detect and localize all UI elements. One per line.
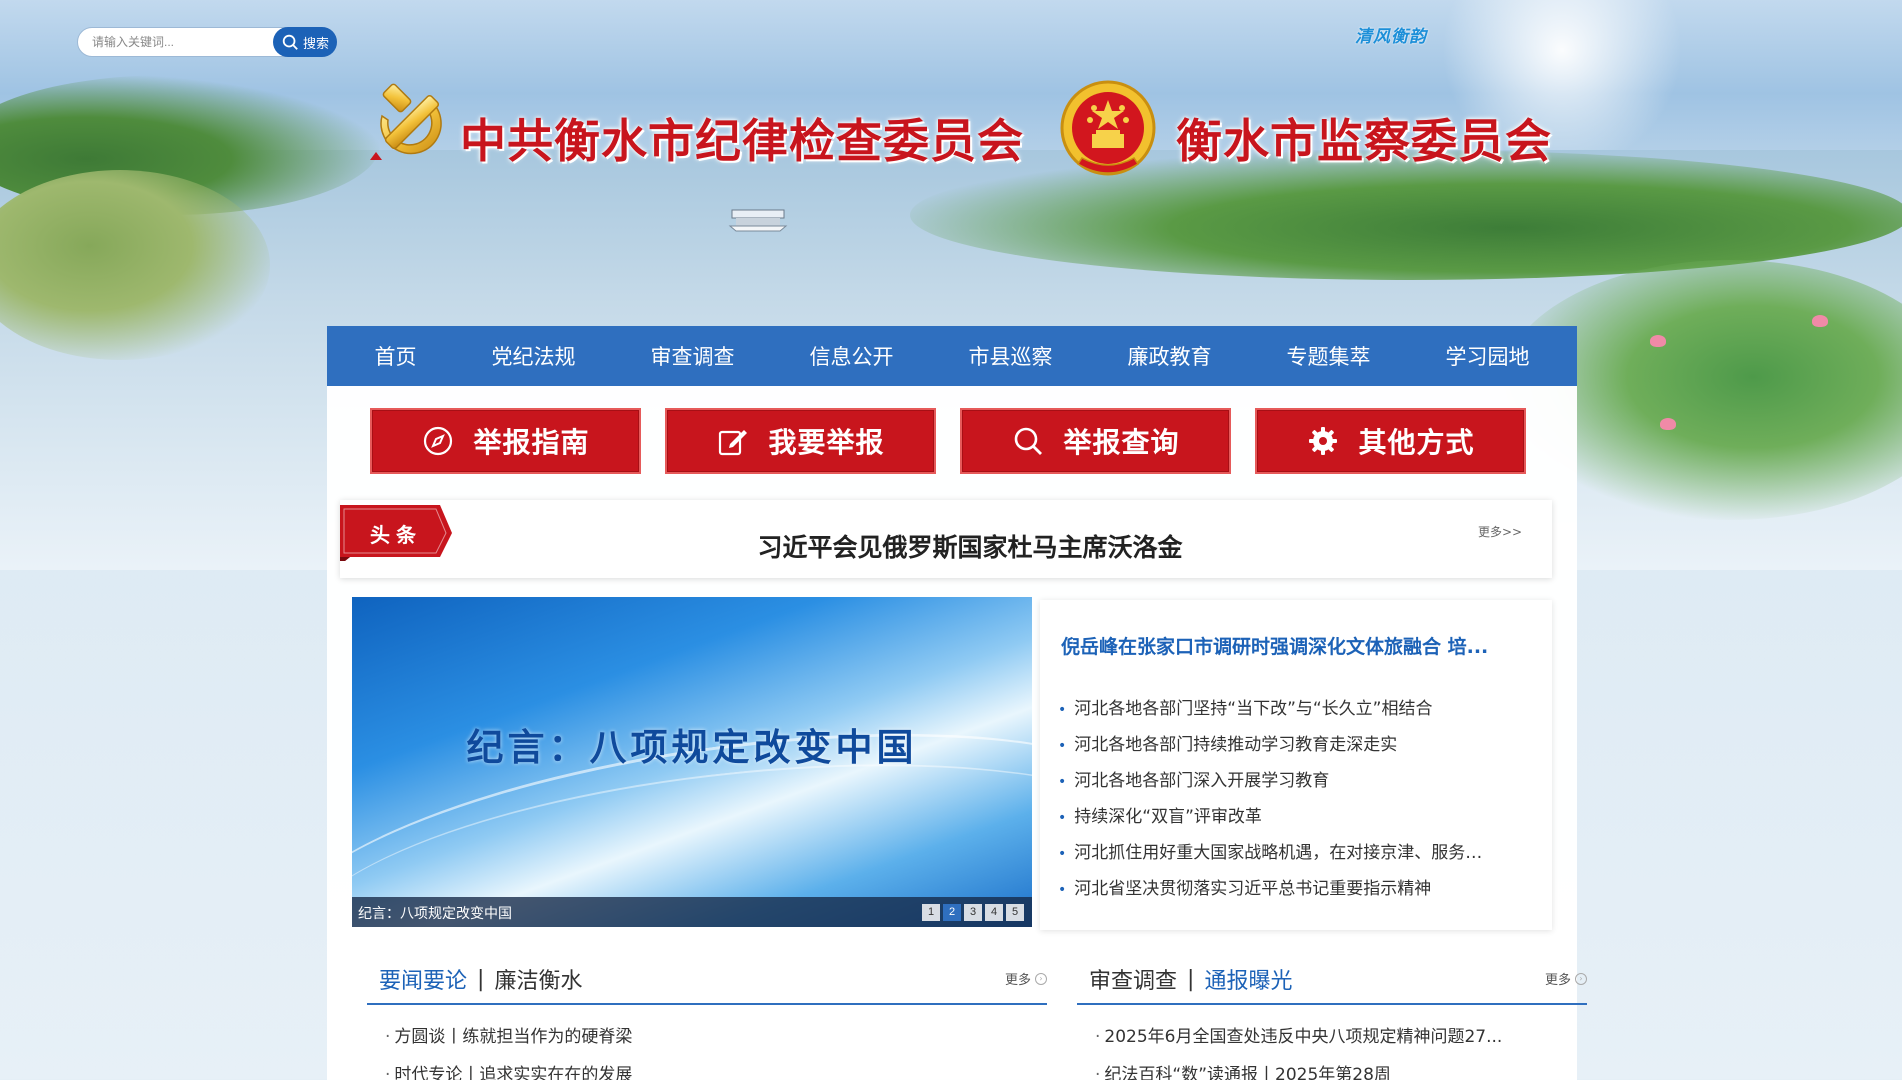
list-item[interactable]: 2025年6月全国查处违反中央八项规定精神问题27... [1095,1022,1565,1060]
tab-clean-hengshui[interactable]: 廉洁衡水 [494,963,582,995]
compass-icon [424,426,453,456]
list-item[interactable]: 纪法百科“数”读通报丨2025年第28周 [1095,1060,1565,1080]
search-icon [282,34,298,50]
lotus-flower [1812,315,1828,327]
report-query-button[interactable]: 举报查询 [960,408,1231,474]
submit-report-label: 我要举报 [768,426,885,459]
investigation-column-header: 审查调查 | 通报曝光 更多 › [1077,955,1587,1005]
news-column-list: 方圆谈丨练就担当作为的硬脊梁 时代专论丨追求实实在在的发展 [385,1022,1055,1080]
slide-page-button[interactable]: 3 [964,904,982,921]
list-item[interactable]: 河北各地各部门深入开展学习教育 [1058,766,1533,802]
arrow-right-icon: › [1035,972,1047,985]
list-item[interactable]: 河北抓住用好重大国家战略机遇，在对接京津、服务… [1058,838,1533,874]
slide-image-text: 纪言：八项规定改变中国 [466,725,918,769]
column-tabs: 要闻要论 | 廉洁衡水 [379,963,582,995]
edit-icon [719,430,748,456]
lotus-flower [1650,335,1666,347]
news-list: 河北各地各部门坚持“当下改”与“长久立”相结合 河北各地各部门持续推动学习教育走… [1058,694,1533,910]
slogan-logo: 清风衡韵 [1355,27,1427,47]
list-item[interactable]: 河北省坚决贯彻落实习近平总书记重要指示精神 [1058,874,1533,910]
slide-caption-bar: 纪言：八项规定改变中国 1 2 3 4 5 [352,897,1032,927]
slide-page-button[interactable]: 2 [943,904,961,921]
slide-pagination: 1 2 3 4 5 [922,904,1024,921]
search-button-label: 搜索 [302,36,329,52]
slide-caption[interactable]: 纪言：八项规定改变中国 [358,903,512,923]
search-button[interactable]: 搜索 [273,27,337,57]
slide-page-button[interactable]: 4 [985,904,1003,921]
national-emblem-icon [1060,80,1156,176]
list-item[interactable]: 河北各地各部门坚持“当下改”与“长久立”相结合 [1058,694,1533,730]
tab-separator: | [477,966,485,992]
nav-item-regulations[interactable]: 党纪法规 [488,335,580,377]
gear-icon [1309,427,1338,455]
list-item[interactable]: 持续深化“双盲”评审改革 [1058,802,1533,838]
nav-item-inspection[interactable]: 市县巡察 [965,335,1057,377]
tab-investigation[interactable]: 审查调查 [1089,963,1177,995]
search-box: 搜索 [77,27,337,57]
more-label: 更多 [1004,973,1031,988]
other-methods-label: 其他方式 [1358,426,1475,459]
nav-item-investigation[interactable]: 审查调查 [647,335,739,377]
tab-key-news[interactable]: 要闻要论 [379,963,467,995]
slideshow[interactable]: 纪言：八项规定改变中国 纪言：八项规定改变中国 1 2 3 4 5 [352,597,1032,927]
party-emblem-icon [370,83,442,160]
headline-tag-label: 头条 [370,523,422,547]
title-supervisory-commission: 衡水市监察委员会 [1176,114,1552,168]
nav-item-study[interactable]: 学习园地 [1442,335,1534,377]
boat-decoration [728,209,788,232]
report-query-label: 举报查询 [1063,426,1180,459]
tab-exposure[interactable]: 通报曝光 [1204,963,1292,995]
headline-tag: 头条 [340,505,452,565]
search-input[interactable] [92,32,267,52]
report-guide-button[interactable]: 举报指南 [370,408,641,474]
column-more-link[interactable]: 更多 › [1005,969,1047,988]
arrow-right-icon: › [1575,972,1587,985]
headline-more-link[interactable]: 更多>> [1478,523,1522,540]
main-nav: 首页 党纪法规 审查调查 信息公开 市县巡察 廉政教育 专题集萃 学习园地 [327,326,1577,386]
title-discipline-commission: 中共衡水市纪律检查委员会 [460,114,1024,168]
report-guide-label: 举报指南 [473,426,590,459]
slide-page-button[interactable]: 5 [1006,904,1024,921]
column-more-link[interactable]: 更多 › [1545,969,1587,988]
headline-title[interactable]: 习近平会见俄罗斯国家杜马主席沃洛金 [540,528,1400,564]
investigation-column-list: 2025年6月全国查处违反中央八项规定精神问题27... 纪法百科“数”读通报丨… [1095,1022,1565,1080]
nav-item-disclosure[interactable]: 信息公开 [806,335,898,377]
nav-item-integrity-education[interactable]: 廉政教育 [1124,335,1216,377]
news-top-headline[interactable]: 倪岳峰在张家口市调研时强调深化文体旅融合 培... [1061,632,1541,659]
other-methods-button[interactable]: 其他方式 [1255,408,1526,474]
lotus-flower [1660,418,1676,430]
news-column-header: 要闻要论 | 廉洁衡水 更多 › [367,955,1047,1005]
column-tabs: 审查调查 | 通报曝光 [1089,963,1292,995]
more-label: 更多 [1544,973,1571,988]
nav-item-home[interactable]: 首页 [371,335,421,377]
list-item[interactable]: 时代专论丨追求实实在在的发展 [385,1060,1055,1080]
search-icon [1015,427,1043,455]
tab-separator: | [1187,966,1195,992]
list-item[interactable]: 方圆谈丨练就担当作为的硬脊梁 [385,1022,1055,1060]
list-item[interactable]: 河北各地各部门持续推动学习教育走深走实 [1058,730,1533,766]
nav-item-topics[interactable]: 专题集萃 [1283,335,1375,377]
slide-page-button[interactable]: 1 [922,904,940,921]
submit-report-button[interactable]: 我要举报 [665,408,936,474]
